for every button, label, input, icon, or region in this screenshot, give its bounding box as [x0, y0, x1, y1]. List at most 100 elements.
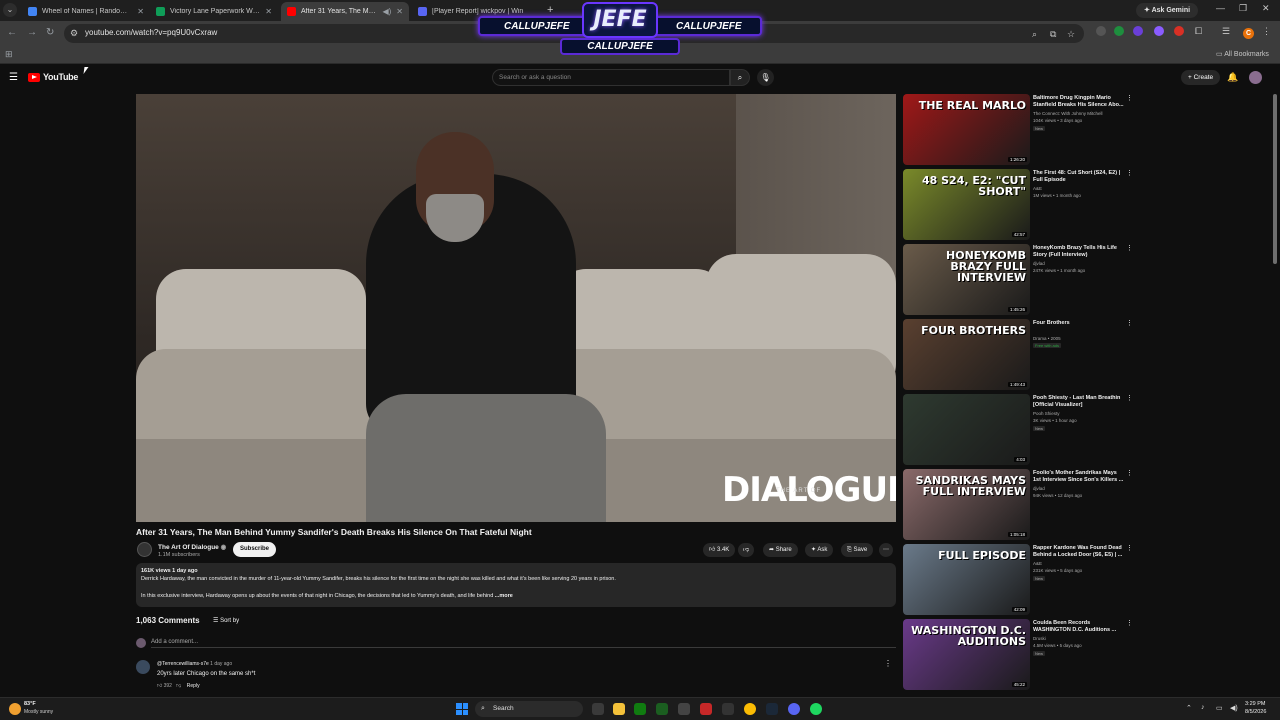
recommendation-title[interactable]: Pooh Shiesty - Last Man Breathin [Offici… [1033, 395, 1125, 409]
recommendation-thumbnail[interactable]: HONEYKOMB BRAZY FULL INTERVIEW 1:45:26 [903, 244, 1030, 315]
recommendation-thumbnail[interactable]: 48 S24, E2: "CUT SHORT" 42:57 [903, 169, 1030, 240]
clock-time[interactable]: 3:29 PM [1245, 701, 1265, 707]
tab-audio-icon[interactable]: ◀) [382, 7, 391, 16]
site-info-icon[interactable]: ⚙ [70, 28, 78, 39]
recommendation-menu-icon[interactable]: ⋮ [1126, 319, 1133, 327]
comment-like-icon[interactable]: 👍︎ [157, 683, 162, 689]
discord-icon[interactable] [788, 703, 800, 715]
extensions-puzzle-icon[interactable]: ⧠ [1195, 26, 1202, 37]
browser-tab[interactable]: Wheel of Names | Random nam ✕ [22, 2, 150, 21]
recommendation-title[interactable]: Rapper Kardone Was Found Dead Behind a L… [1033, 545, 1125, 559]
recommendation-title[interactable]: Baltimore Drug Kingpin Mario Stanfield B… [1033, 95, 1125, 109]
recommendation-card[interactable]: HONEYKOMB BRAZY FULL INTERVIEW 1:45:26 Hon… [903, 244, 1138, 316]
create-button[interactable]: + Create [1181, 70, 1221, 85]
forward-icon[interactable]: → [27, 27, 37, 38]
reload-icon[interactable]: ↻ [46, 27, 54, 38]
recommendation-thumbnail[interactable]: WASHINGTON D.C. AUDITIONS 45:22 [903, 619, 1030, 690]
chrome-menu-icon[interactable]: ⋮ [1262, 26, 1271, 37]
recommendation-title[interactable]: Coulda Been Records WASHINGTON D.C. Audi… [1033, 620, 1125, 634]
taskbar-search[interactable]: ⌕ Search [475, 701, 583, 717]
sort-by-button[interactable]: ☰ Sort by [213, 617, 239, 624]
file-explorer-icon[interactable] [613, 703, 625, 715]
voice-search-icon[interactable]: 🎙 [757, 69, 774, 86]
recommendation-menu-icon[interactable]: ⋮ [1126, 169, 1133, 177]
channel-name[interactable]: The Art Of Dialogue ◉ [158, 543, 226, 551]
recommendation-channel[interactable]: djvlad [1033, 261, 1045, 266]
like-button[interactable]: 👍︎ 3.4K [703, 543, 736, 557]
comment-author-avatar[interactable] [136, 660, 150, 674]
recommendation-title[interactable]: Foolio's Mother Sandrikas Mays 1st Inter… [1033, 470, 1125, 484]
subscribe-button[interactable]: Subscribe [233, 542, 277, 557]
channel-avatar[interactable] [137, 542, 152, 557]
recommendation-channel[interactable]: A&E [1033, 186, 1042, 191]
tab-close-icon[interactable]: ✕ [137, 7, 144, 16]
show-more-link[interactable]: ...more [495, 593, 513, 599]
add-comment-input[interactable]: Add a comment... [151, 639, 896, 648]
all-bookmarks-button[interactable]: ▭ All Bookmarks [1216, 50, 1269, 58]
profile-avatar[interactable]: C [1243, 28, 1254, 39]
comment-author-handle[interactable]: @Terrencewilliams-s7e [157, 661, 209, 667]
recommendation-channel[interactable]: A&E [1033, 561, 1042, 566]
more-actions-icon[interactable]: ⋯ [879, 543, 893, 557]
url-text[interactable]: youtube.com/watch?v=pq9U0vCxraw [85, 28, 217, 37]
recommendation-thumbnail[interactable]: THE REAL MARLO 1:26:20 [903, 94, 1030, 165]
maximize-icon[interactable]: ❐ [1239, 3, 1247, 14]
recommendation-channel[interactable]: Pooh Shiesty [1033, 411, 1060, 416]
recommendation-card[interactable]: FOUR BROTHERS 1:49:43 Four Brothers Drama •… [903, 319, 1138, 391]
xbox-icon[interactable] [634, 703, 646, 715]
save-button[interactable]: ⎘ Save [841, 543, 874, 557]
comment-dislike-icon[interactable]: 👎︎ [176, 683, 181, 689]
recommendation-thumbnail[interactable]: FULL EPISODE 42:09 [903, 544, 1030, 615]
browser-tab-active[interactable]: After 31 Years, The Man Be ◀) ✕ [281, 2, 409, 21]
weather-description[interactable]: Mostly sunny [24, 709, 53, 715]
recommendation-channel[interactable]: djvlad [1033, 486, 1045, 491]
clock-date[interactable]: 8/5/2026 [1245, 709, 1266, 715]
extension-icon[interactable] [1114, 26, 1124, 36]
recommendation-card[interactable]: SANDRIKAS MAYS FULL INTERVIEW 1:05:18 Fool… [903, 469, 1138, 541]
volume-icon[interactable]: ◀) [1230, 704, 1238, 712]
comment-menu-icon[interactable]: ⋮ [884, 659, 892, 668]
bookmark-star-icon[interactable]: ☆ [1067, 29, 1075, 40]
search-input[interactable]: Search or ask a question [492, 69, 730, 86]
recommendation-menu-icon[interactable]: ⋮ [1126, 94, 1133, 102]
recommendation-menu-icon[interactable]: ⋮ [1126, 544, 1133, 552]
extension-icon[interactable] [1174, 26, 1184, 36]
recommendation-menu-icon[interactable]: ⋮ [1126, 394, 1133, 402]
account-avatar[interactable] [1249, 71, 1262, 84]
recommendation-menu-icon[interactable]: ⋮ [1126, 244, 1133, 252]
search-icon[interactable]: ⌕ [730, 69, 750, 86]
extension-icon[interactable] [1096, 26, 1106, 36]
zoom-icon[interactable]: ⌕ [1032, 29, 1037, 40]
reading-list-icon[interactable]: ☰ [1222, 26, 1230, 37]
chrome-icon[interactable] [744, 703, 756, 715]
minimize-icon[interactable]: — [1216, 3, 1225, 13]
task-view-icon[interactable] [592, 703, 604, 715]
recommendation-title[interactable]: Four Brothers [1033, 320, 1125, 327]
recommendation-thumbnail[interactable]: 4:03 [903, 394, 1030, 465]
comment-reply-button[interactable]: Reply [187, 683, 200, 689]
ask-gemini-button[interactable]: ✦ Ask Gemini [1136, 3, 1199, 18]
extension-icon[interactable] [1133, 26, 1143, 36]
recommendation-title[interactable]: The First 48: Cut Short (S24, E2) | Full… [1033, 170, 1125, 184]
scrollbar-thumb[interactable] [1273, 94, 1277, 264]
app-icon[interactable] [678, 703, 690, 715]
recommendation-menu-icon[interactable]: ⋮ [1126, 469, 1133, 477]
recommendation-channel[interactable]: Druski [1033, 636, 1046, 641]
tray-overflow-icon[interactable]: ⌃ [1186, 704, 1192, 712]
youtube-logo[interactable]: YouTube [28, 72, 78, 82]
comment-author[interactable]: @Terrencewilliams-s7e 1 day ago [157, 661, 232, 667]
app-icon[interactable] [722, 703, 734, 715]
apps-grid-icon[interactable]: ⊞ [5, 49, 13, 60]
tab-search-icon[interactable]: ⌄ [3, 3, 17, 17]
recommendation-card[interactable]: 4:03 Pooh Shiesty - Last Man Breathin [Of… [903, 394, 1138, 466]
close-window-icon[interactable]: ✕ [1262, 3, 1270, 14]
ask-button[interactable]: ✦ Ask [805, 543, 834, 557]
recommendation-card[interactable]: FULL EPISODE 42:09 Rapper Kardone Was Foun… [903, 544, 1138, 616]
install-app-icon[interactable]: ⧉ [1050, 29, 1056, 40]
guide-menu-icon[interactable]: ☰ [9, 72, 18, 83]
extension-icon[interactable] [1154, 26, 1164, 36]
dislike-button[interactable]: 👎︎ [738, 543, 755, 557]
recommendation-channel[interactable]: The Connect: With Johnny Mitchell [1033, 111, 1103, 116]
notifications-bell-icon[interactable]: 🔔 [1227, 72, 1238, 83]
recommendation-channel[interactable]: Drama • 2005 [1033, 336, 1061, 341]
